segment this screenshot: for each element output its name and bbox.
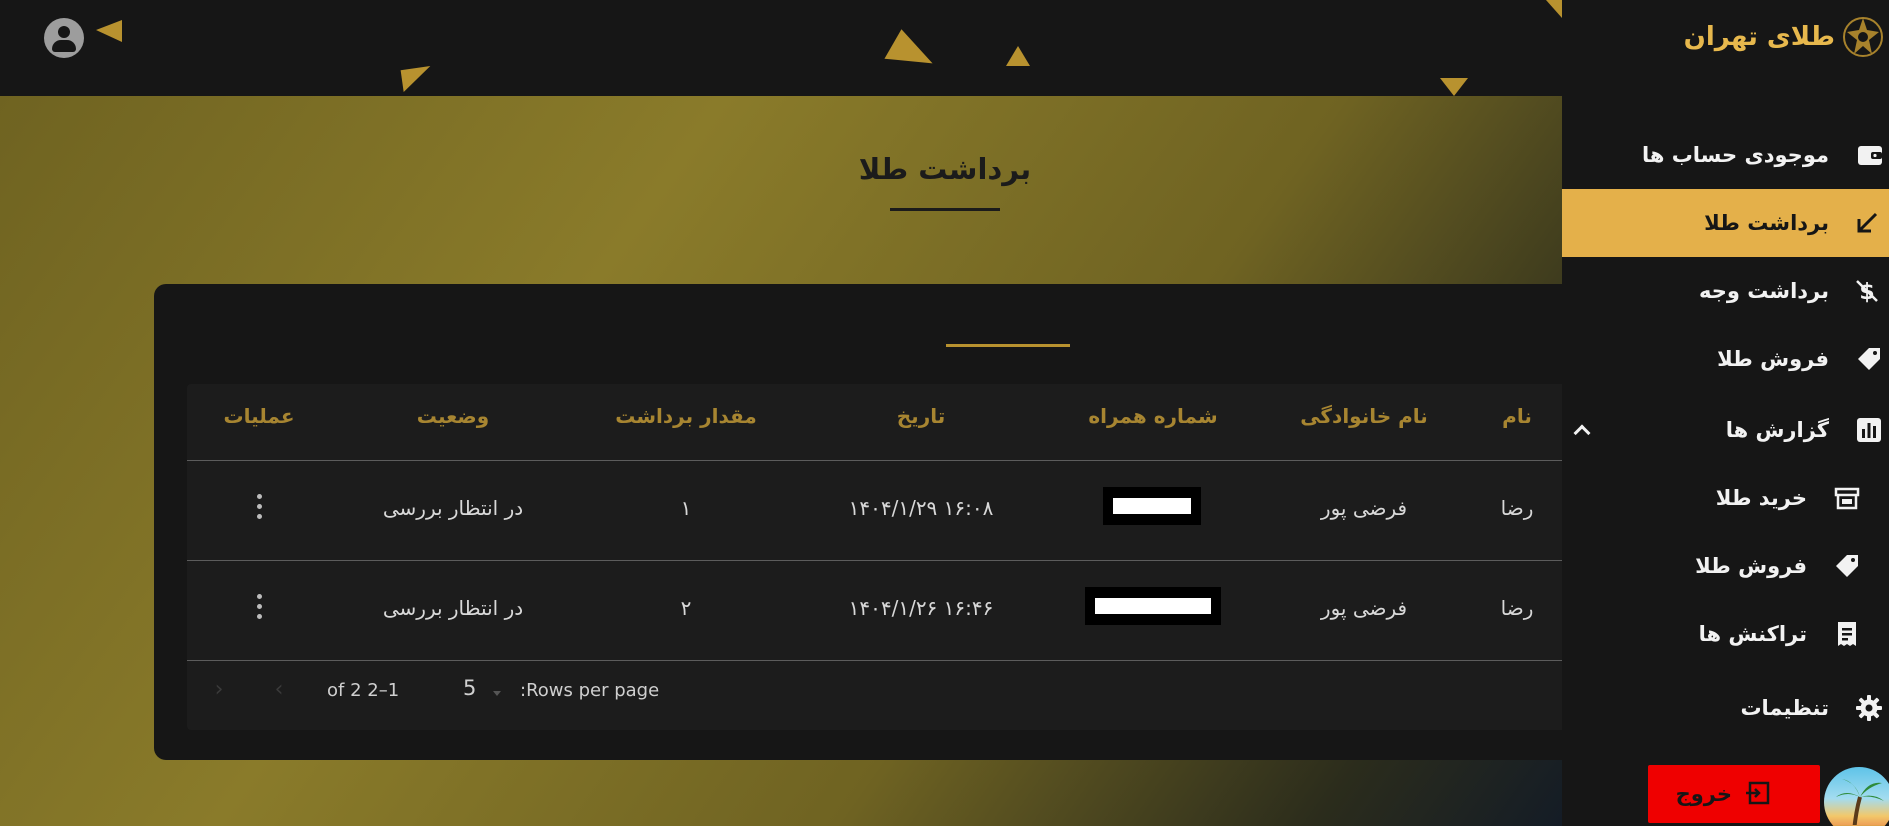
- decor-triangle: [1440, 78, 1468, 96]
- column-header-actions: عملیات: [223, 404, 295, 428]
- tab-indicator: [946, 344, 1070, 347]
- decor-triangle: [884, 29, 940, 81]
- sidebar-item-gold-sell[interactable]: فروش طلا: [1562, 325, 1889, 393]
- sidebar-item-label: برداشت وجه: [1698, 279, 1829, 303]
- cell-last-name: فرضی پور: [1320, 596, 1408, 620]
- column-header-amount: مقدار برداشت: [615, 404, 757, 428]
- bar-chart-icon: [1857, 418, 1881, 442]
- cell-last-name: فرضی پور: [1320, 496, 1408, 520]
- sidebar-item-reports[interactable]: گزارش ها: [1562, 396, 1889, 464]
- brand-name: طلای تهران: [1683, 22, 1835, 52]
- row-divider: [187, 560, 1562, 561]
- main-content: برداشت طلا نام نام خانوادگی شماره همراه …: [0, 96, 1562, 826]
- next-page-button[interactable]: ‹: [265, 674, 293, 706]
- withdraw-table: نام نام خانوادگی شماره همراه تاریخ مقدار…: [187, 384, 1562, 730]
- sidebar-item-label: موجودی حساب ها: [1641, 143, 1829, 167]
- column-header-date: تاریخ: [896, 404, 946, 428]
- sidebar-item-label: گزارش ها: [1725, 418, 1829, 442]
- cell-date: ۱۶:۴۶ ۱۴۰۴/۱/۲۶: [848, 596, 994, 620]
- rows-per-page-label: :Rows per page: [520, 680, 660, 701]
- user-account-icon[interactable]: [44, 18, 84, 58]
- tag-icon: [1836, 555, 1858, 577]
- tag-icon: [1858, 348, 1880, 370]
- sidebar-item-cash-withdraw[interactable]: برداشت وجه $: [1562, 257, 1889, 325]
- sidebar-subitem-gold-sell[interactable]: فروش طلا: [1562, 532, 1889, 600]
- gear-icon: [1856, 695, 1882, 721]
- cell-first-name: رضا: [1500, 496, 1534, 520]
- sidebar-item-label: فروش طلا: [1717, 347, 1829, 371]
- row-actions-menu-icon[interactable]: [249, 592, 269, 622]
- chevron-down-icon: [493, 691, 501, 696]
- cell-date: ۱۶:۰۸ ۱۴۰۴/۱/۲۹: [848, 496, 994, 520]
- logout-button[interactable]: خروج: [1648, 765, 1820, 823]
- column-header-phone: شماره همراه: [1088, 404, 1218, 428]
- sidebar-item-account-balance[interactable]: موجودی حساب ها: [1562, 121, 1889, 189]
- cell-status: در انتظار بررسی: [382, 596, 524, 620]
- header-divider: [187, 460, 1562, 461]
- decor-triangle: [1006, 46, 1030, 66]
- previous-page-button[interactable]: ›: [205, 674, 233, 706]
- title-underline: [890, 208, 1000, 211]
- cell-amount: ۲: [680, 596, 692, 620]
- sidebar-item-label: تراکنش ها: [1698, 622, 1807, 646]
- brand-emblem-icon: [1843, 17, 1883, 57]
- cell-amount: ۱: [680, 496, 692, 520]
- rows-per-page-select[interactable]: 5: [453, 676, 503, 708]
- palm-tree-icon: [1824, 779, 1889, 826]
- top-bar: [0, 0, 1562, 96]
- sidebar: طلای تهران موجودی حساب ها برداشت طلا برد…: [1562, 0, 1889, 826]
- cell-status: در انتظار بررسی: [382, 496, 524, 520]
- sidebar-item-label: تنظیمات: [1740, 696, 1829, 720]
- decor-triangle: [400, 66, 434, 92]
- wallet-icon: [1858, 146, 1882, 165]
- row-divider: [187, 660, 1562, 661]
- pagination-range: 1–2 of 2: [327, 680, 400, 701]
- avatar[interactable]: [1824, 767, 1889, 826]
- column-header-status: وضعیت: [416, 404, 490, 428]
- receipt-icon: [1838, 622, 1856, 646]
- sidebar-item-label: خرید طلا: [1715, 486, 1807, 510]
- store-icon: [1834, 487, 1860, 510]
- cell-phone-redacted: [1103, 487, 1201, 525]
- arrow-down-left-icon: [1857, 212, 1878, 233]
- sidebar-item-label: برداشت طلا: [1704, 211, 1829, 235]
- chevron-up-icon: [1573, 424, 1591, 442]
- decor-triangle: [96, 20, 122, 42]
- column-header-first-name: نام: [1502, 404, 1532, 428]
- rows-per-page-value: 5: [463, 676, 477, 700]
- logout-icon: [1746, 781, 1770, 805]
- withdraw-card: نام نام خانوادگی شماره همراه تاریخ مقدار…: [154, 284, 1562, 760]
- sidebar-item-gold-withdraw[interactable]: برداشت طلا: [1562, 189, 1889, 257]
- cell-first-name: رضا: [1500, 596, 1534, 620]
- sidebar-item-label: فروش طلا: [1695, 554, 1807, 578]
- decor-triangle: [1546, 0, 1562, 18]
- sidebar-subitem-gold-buy[interactable]: خرید طلا: [1562, 464, 1889, 532]
- page-title: برداشت طلا: [858, 152, 1032, 186]
- row-actions-menu-icon[interactable]: [249, 492, 269, 522]
- cell-phone-redacted: [1085, 587, 1221, 625]
- logout-label: خروج: [1675, 782, 1732, 806]
- sidebar-subitem-transactions[interactable]: تراکنش ها: [1562, 600, 1889, 668]
- money-off-icon: $: [1856, 280, 1878, 305]
- column-header-last-name: نام خانوادگی: [1300, 404, 1428, 428]
- sidebar-item-settings[interactable]: تنظیمات: [1562, 674, 1889, 742]
